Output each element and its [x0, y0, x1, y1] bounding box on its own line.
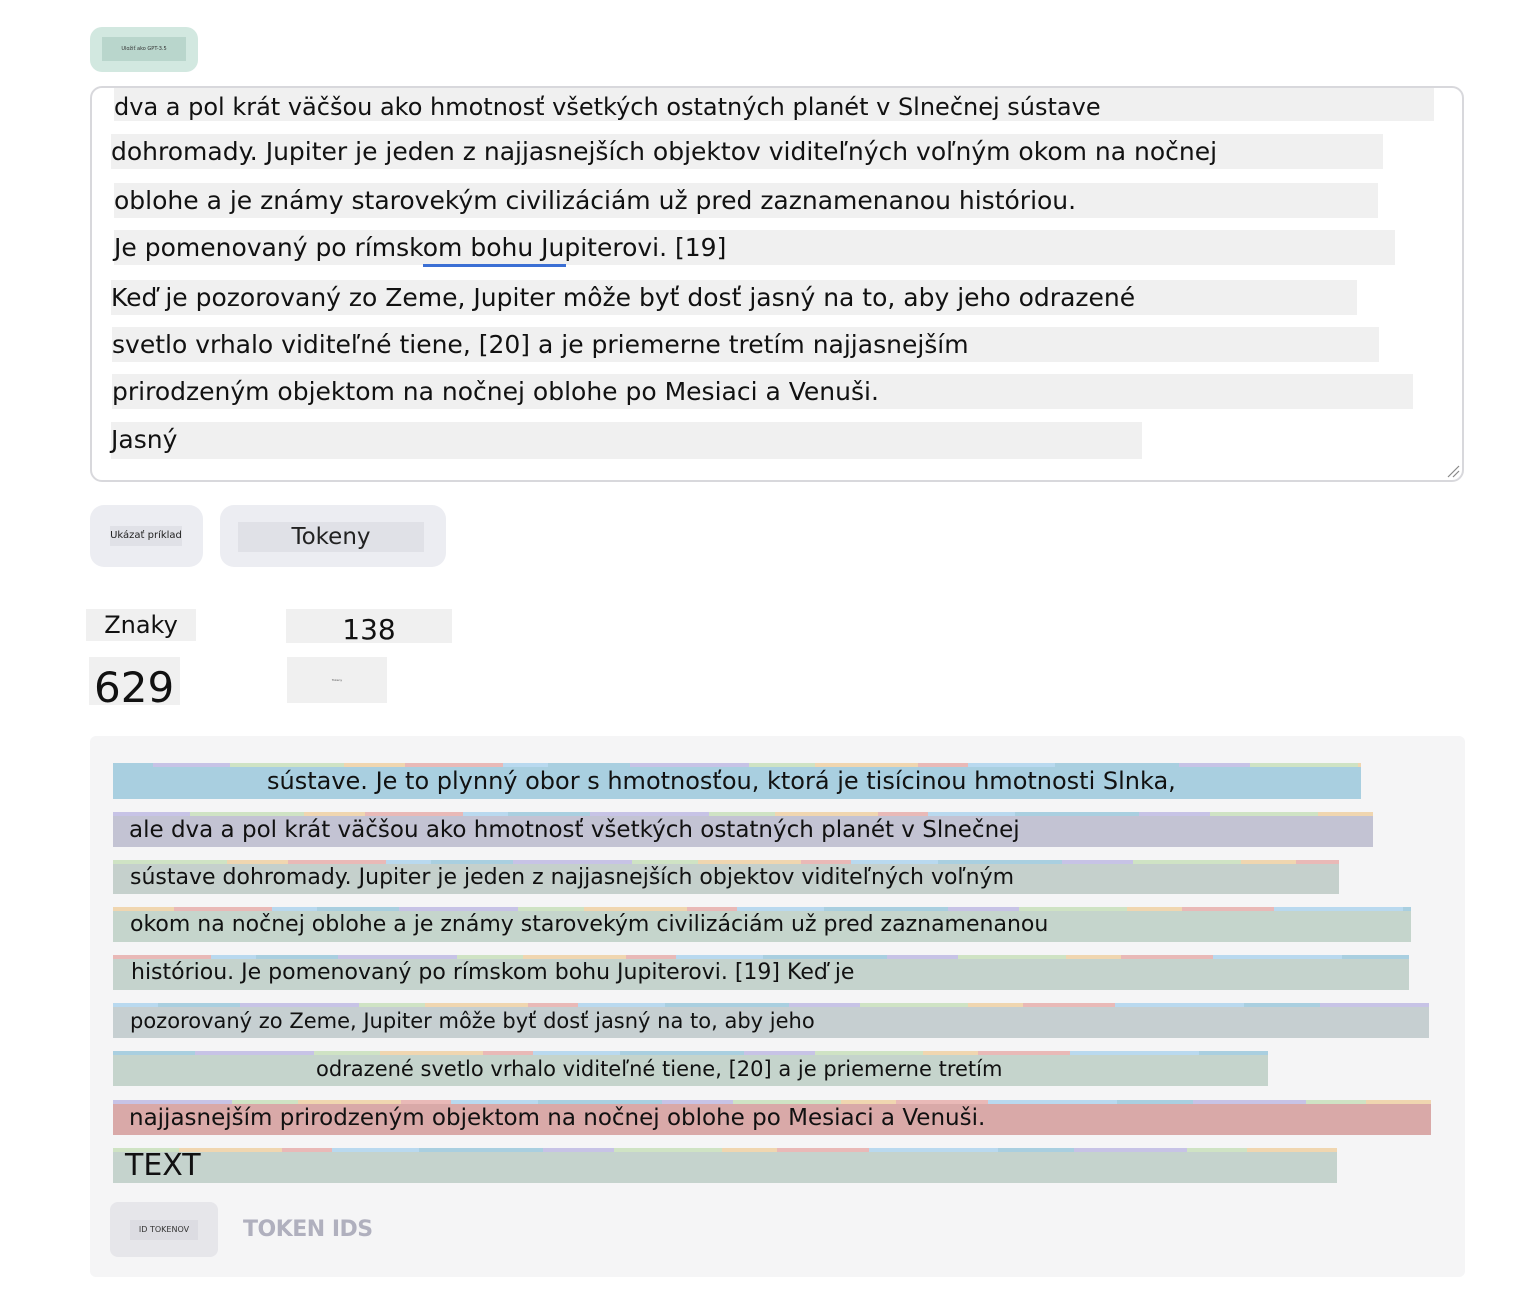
token-row-text: históriou. Je pomenovaný po rímskom bohu… — [131, 960, 855, 985]
editor-line: Je pomenovaný po rímskom bohu Jupiterovi… — [114, 230, 1395, 265]
token-row: ale dva a pol krát väčšou ako hmotnosť v… — [113, 812, 1373, 847]
token-row-text: pozorovaný zo Zeme, Jupiter môže byť dos… — [130, 1008, 815, 1033]
chars-label: Znaky — [86, 609, 196, 641]
show-example-label: Ukázať príklad — [110, 526, 182, 546]
tokens-label: Tokeny — [287, 657, 387, 703]
resize-handle-icon[interactable] — [1446, 464, 1460, 478]
token-boundary-stripe — [113, 1148, 1337, 1152]
tokens-button-label: Tokeny — [238, 522, 424, 552]
token-ids-label: TOKEN IDS — [243, 1217, 373, 1242]
token-ids-button-label: ID TOKENOV — [130, 1220, 198, 1240]
editor-line: svetlo vrhalo viditeľné tiene, [20] a je… — [112, 327, 1379, 362]
token-row: sústave. Je to plynný obor s hmotnosťou,… — [113, 763, 1361, 799]
editor-line: Keď je pozorovaný zo Zeme, Jupiter môže … — [111, 280, 1357, 315]
token-ids-button[interactable]: ID TOKENOV — [110, 1202, 218, 1257]
text-input-area[interactable]: dva a pol krát väčšou ako hmotnosť všetk… — [90, 86, 1464, 482]
model-chip[interactable]: Uložiť ako GPT-3.5 — [90, 27, 198, 72]
spellcheck-underline — [423, 264, 566, 267]
editor-line: oblohe a je známy starovekým civilizáciá… — [114, 183, 1378, 218]
token-row-text: sústave. Je to plynný obor s hmotnosťou,… — [267, 767, 1176, 795]
chars-count: 629 — [89, 657, 180, 712]
token-row: pozorovaný zo Zeme, Jupiter môže byť dos… — [113, 1003, 1429, 1038]
token-row-text: najjasnejším prirodzeným objektom na noč… — [129, 1104, 986, 1131]
token-row: TEXT — [113, 1148, 1337, 1183]
token-row-text: TEXT — [125, 1148, 201, 1183]
token-row: históriou. Je pomenovaný po rímskom bohu… — [113, 955, 1409, 990]
token-row-text: sústave dohromady. Jupiter je jeden z na… — [130, 864, 1015, 890]
editor-line: dohromady. Jupiter je jeden z najjasnejš… — [111, 134, 1383, 169]
token-row: najjasnejším prirodzeným objektom na noč… — [113, 1100, 1431, 1135]
editor-line: Jasný — [111, 422, 1142, 459]
editor-line: dva a pol krát väčšou ako hmotnosť všetk… — [114, 88, 1434, 121]
token-row: sústave dohromady. Jupiter je jeden z na… — [113, 860, 1339, 894]
token-row: odrazené svetlo vrhalo viditeľné tiene, … — [113, 1051, 1268, 1086]
show-example-button[interactable]: Ukázať príklad — [90, 505, 203, 567]
editor-line: prirodzeným objektom na nočnej oblohe po… — [112, 374, 1413, 409]
token-row-text: okom na nočnej oblohe a je známy starove… — [130, 912, 1049, 937]
tokens-button[interactable]: Tokeny — [220, 505, 446, 567]
model-chip-label: Uložiť ako GPT-3.5 — [102, 37, 186, 61]
tokens-count: 138 — [286, 609, 452, 646]
token-row: okom na nočnej oblohe a je známy starove… — [113, 907, 1411, 942]
token-row-text: odrazené svetlo vrhalo viditeľné tiene, … — [316, 1056, 1003, 1081]
token-row-text: ale dva a pol krát väčšou ako hmotnosť v… — [129, 816, 1020, 843]
